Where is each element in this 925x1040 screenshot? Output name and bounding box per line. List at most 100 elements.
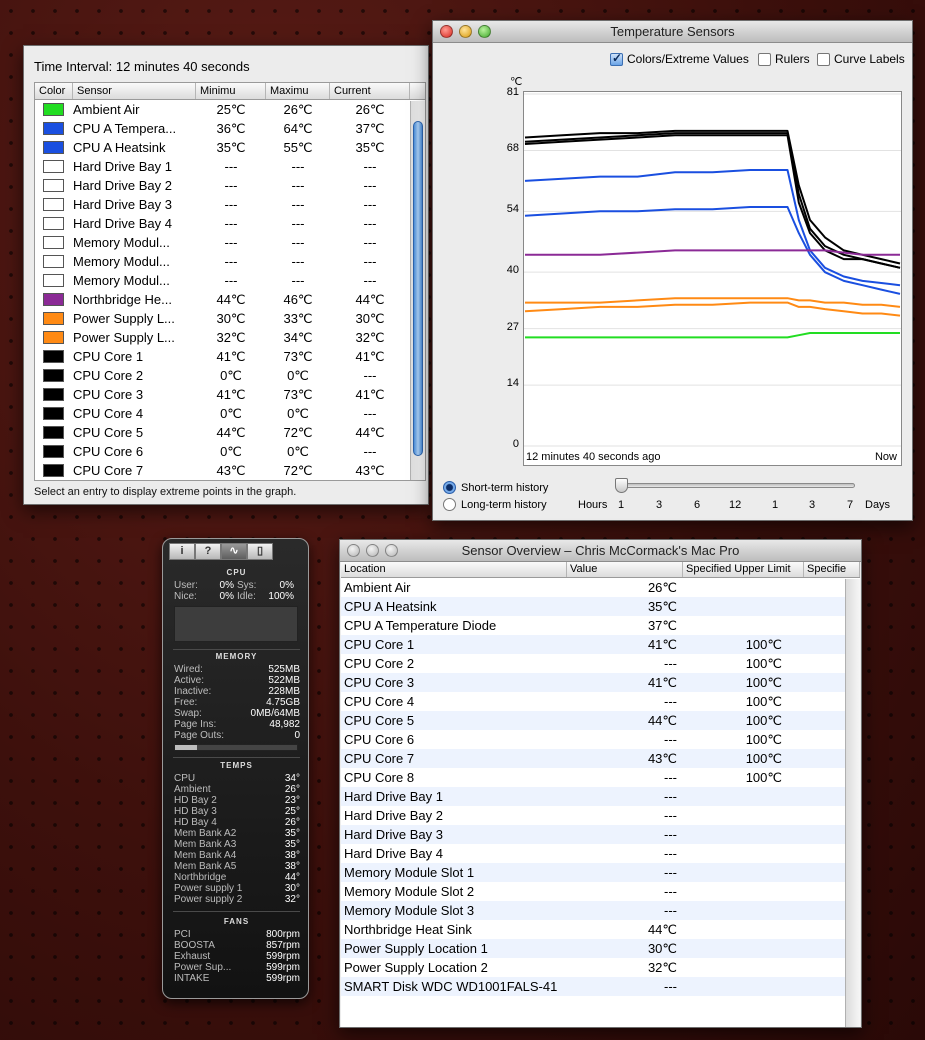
close-button[interactable] bbox=[347, 544, 360, 557]
color-swatch[interactable] bbox=[43, 312, 64, 325]
overview-row[interactable]: CPU A Temperature Diode 37℃ bbox=[341, 616, 860, 635]
sensor-row[interactable]: CPU Core 1 41℃ 73℃ 41℃ bbox=[35, 347, 425, 366]
minimize-button[interactable] bbox=[366, 544, 379, 557]
color-swatch[interactable] bbox=[43, 255, 64, 268]
overview-row[interactable]: Hard Drive Bay 3 --- bbox=[341, 825, 860, 844]
color-swatch[interactable] bbox=[43, 103, 64, 116]
color-swatch[interactable] bbox=[43, 122, 64, 135]
short-term-radio[interactable]: Short-term history bbox=[443, 481, 548, 494]
overview-row[interactable]: CPU Core 7 43℃ 100℃ bbox=[341, 749, 860, 768]
col-sensor-header[interactable]: Sensor bbox=[73, 83, 196, 99]
sensor-row[interactable]: CPU Core 3 41℃ 73℃ 41℃ bbox=[35, 385, 425, 404]
sensor-row[interactable]: CPU Core 2 0℃ 0℃ --- bbox=[35, 366, 425, 385]
overview-row[interactable]: Hard Drive Bay 4 --- bbox=[341, 844, 860, 863]
sensor-row[interactable]: CPU Core 6 0℃ 0℃ --- bbox=[35, 442, 425, 461]
sensor-row[interactable]: CPU A Heatsink 35℃ 55℃ 35℃ bbox=[35, 138, 425, 157]
col-color-header[interactable]: Color bbox=[35, 83, 73, 99]
col-specified-header[interactable]: Specifie bbox=[804, 562, 860, 577]
sensor-row[interactable]: CPU Core 7 43℃ 72℃ 43℃ bbox=[35, 461, 425, 480]
color-swatch[interactable] bbox=[43, 217, 64, 230]
sensor-row[interactable]: Northbridge He... 44℃ 46℃ 44℃ bbox=[35, 290, 425, 309]
color-swatch[interactable] bbox=[43, 141, 64, 154]
sensor-row[interactable]: Ambient Air 25℃ 26℃ 26℃ bbox=[35, 100, 425, 119]
overview-row[interactable]: CPU Core 8 --- 100℃ bbox=[341, 768, 860, 787]
curve-labels-checkbox[interactable]: Curve Labels bbox=[817, 52, 905, 66]
sensor-row[interactable]: Memory Modul... --- --- --- bbox=[35, 233, 425, 252]
color-swatch[interactable] bbox=[43, 426, 64, 439]
sensor-row[interactable]: Hard Drive Bay 3 --- --- --- bbox=[35, 195, 425, 214]
overview-row[interactable]: Memory Module Slot 3 --- bbox=[341, 901, 860, 920]
device-tab-icon[interactable]: ▯ bbox=[247, 543, 273, 560]
sensor-row[interactable]: Memory Modul... --- --- --- bbox=[35, 252, 425, 271]
col-min-header[interactable]: Minimu bbox=[196, 83, 266, 99]
help-tab-icon[interactable]: ? bbox=[195, 543, 221, 560]
color-swatch[interactable] bbox=[43, 445, 64, 458]
temperature-plot[interactable]: 12 minutes 40 seconds ago Now bbox=[523, 91, 902, 466]
col-value-header[interactable]: Value bbox=[567, 562, 683, 577]
overview-row[interactable]: Power Supply Location 1 30℃ bbox=[341, 939, 860, 958]
title-bar[interactable]: Temperature Sensors bbox=[433, 21, 912, 43]
color-swatch[interactable] bbox=[43, 464, 64, 477]
pulse-tab-icon[interactable]: ∿ bbox=[221, 543, 247, 560]
sensor-row[interactable]: CPU Core 5 44℃ 72℃ 44℃ bbox=[35, 423, 425, 442]
overview-row[interactable]: CPU Core 1 41℃ 100℃ bbox=[341, 635, 860, 654]
overview-row[interactable]: CPU Core 2 --- 100℃ bbox=[341, 654, 860, 673]
overview-row[interactable]: Hard Drive Bay 1 --- bbox=[341, 787, 860, 806]
sensor-row[interactable]: Power Supply L... 32℃ 34℃ 32℃ bbox=[35, 328, 425, 347]
overview-row[interactable]: CPU Core 5 44℃ 100℃ bbox=[341, 711, 860, 730]
info-tab-icon[interactable]: i bbox=[169, 543, 195, 560]
close-button[interactable] bbox=[440, 25, 453, 38]
zoom-button[interactable] bbox=[478, 25, 491, 38]
location-cell: Memory Module Slot 1 bbox=[344, 865, 475, 880]
sensor-row[interactable]: CPU A Tempera... 36℃ 64℃ 37℃ bbox=[35, 119, 425, 138]
overview-row[interactable]: CPU A Heatsink 35℃ bbox=[341, 597, 860, 616]
zoom-button[interactable] bbox=[385, 544, 398, 557]
color-swatch[interactable] bbox=[43, 198, 64, 211]
color-swatch[interactable] bbox=[43, 331, 64, 344]
color-swatch[interactable] bbox=[43, 236, 64, 249]
sensor-table[interactable]: Color Sensor Minimu Maximu Current Ambie… bbox=[34, 82, 426, 481]
color-swatch[interactable] bbox=[43, 293, 64, 306]
color-swatch[interactable] bbox=[43, 160, 64, 173]
overview-row[interactable]: CPU Core 4 --- 100℃ bbox=[341, 692, 860, 711]
colors-extreme-checkbox[interactable]: Colors/Extreme Values bbox=[610, 51, 749, 66]
location-cell: Memory Module Slot 2 bbox=[344, 884, 475, 899]
color-swatch[interactable] bbox=[43, 350, 64, 363]
overview-row[interactable]: SMART Disk WDC WD1001FALS-41 --- bbox=[341, 977, 860, 996]
history-slider-track[interactable] bbox=[622, 483, 855, 488]
history-slider-knob[interactable] bbox=[615, 478, 628, 493]
rulers-checkbox[interactable]: Rulers bbox=[758, 52, 810, 66]
scroll-thumb[interactable] bbox=[413, 121, 423, 456]
overview-row[interactable]: CPU Core 6 --- 100℃ bbox=[341, 730, 860, 749]
color-swatch[interactable] bbox=[43, 407, 64, 420]
title-bar[interactable]: Sensor Overview – Chris McCormack's Mac … bbox=[340, 540, 861, 562]
color-swatch[interactable] bbox=[43, 369, 64, 382]
overview-row[interactable]: Power Supply Location 2 32℃ bbox=[341, 958, 860, 977]
overview-row[interactable]: Memory Module Slot 2 --- bbox=[341, 882, 860, 901]
sensor-row[interactable]: Hard Drive Bay 2 --- --- --- bbox=[35, 176, 425, 195]
value-cell: 44℃ bbox=[647, 712, 677, 728]
sensor-row[interactable]: CPU Core 4 0℃ 0℃ --- bbox=[35, 404, 425, 423]
col-upper-limit-header[interactable]: Specified Upper Limit bbox=[683, 562, 804, 577]
overview-row[interactable]: Northbridge Heat Sink 44℃ bbox=[341, 920, 860, 939]
overview-table[interactable]: Location Value Specified Upper Limit Spe… bbox=[341, 562, 860, 1027]
col-max-header[interactable]: Maximu bbox=[266, 83, 330, 99]
sensor-row[interactable]: Hard Drive Bay 4 --- --- --- bbox=[35, 214, 425, 233]
overview-row[interactable]: Ambient Air 26℃ bbox=[341, 578, 860, 597]
color-swatch[interactable] bbox=[43, 179, 64, 192]
sensor-row[interactable]: Power Supply L... 30℃ 33℃ 30℃ bbox=[35, 309, 425, 328]
sensor-row[interactable]: Hard Drive Bay 1 --- --- --- bbox=[35, 157, 425, 176]
overview-scrollbar[interactable] bbox=[845, 579, 860, 1027]
sensor-max: 0℃ bbox=[287, 405, 309, 421]
sensor-row[interactable]: Memory Modul... --- --- --- bbox=[35, 271, 425, 290]
sensor-table-scrollbar[interactable] bbox=[410, 101, 425, 480]
minimize-button[interactable] bbox=[459, 25, 472, 38]
overview-row[interactable]: Memory Module Slot 1 --- bbox=[341, 863, 860, 882]
long-term-radio[interactable]: Long-term history bbox=[443, 498, 547, 511]
overview-row[interactable]: Hard Drive Bay 2 --- bbox=[341, 806, 860, 825]
color-swatch[interactable] bbox=[43, 274, 64, 287]
overview-row[interactable]: CPU Core 3 41℃ 100℃ bbox=[341, 673, 860, 692]
col-location-header[interactable]: Location bbox=[341, 562, 567, 577]
col-current-header[interactable]: Current bbox=[330, 83, 410, 99]
color-swatch[interactable] bbox=[43, 388, 64, 401]
